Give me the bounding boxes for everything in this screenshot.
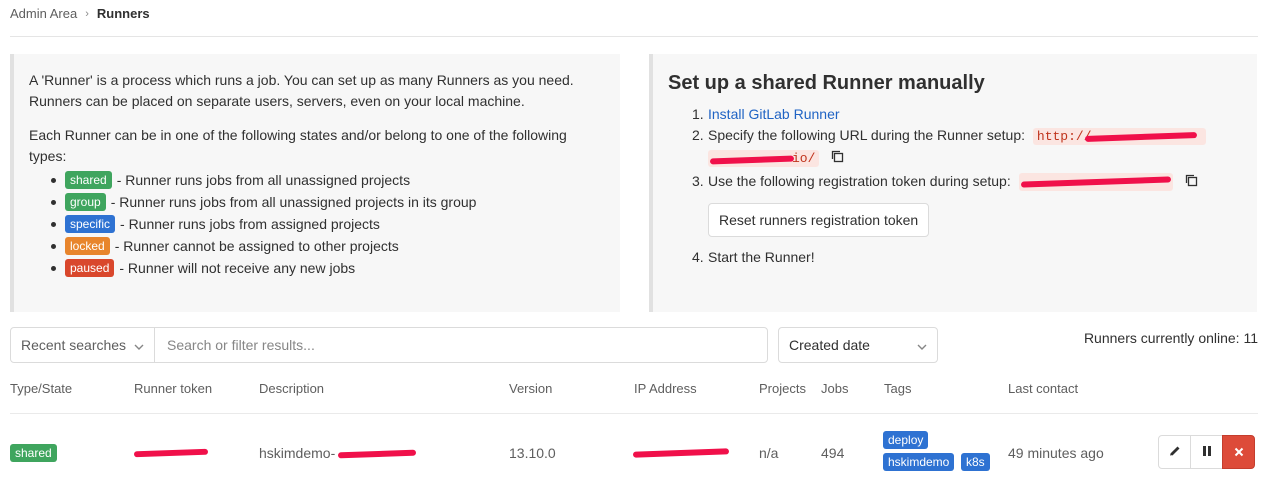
state-item-locked: locked - Runner cannot be assigned to oth…	[51, 235, 604, 257]
setup-steps: 1. Install GitLab Runner 2. Specify the …	[668, 104, 1257, 268]
registration-token-code	[1018, 173, 1173, 192]
state-item-paused: paused - Runner will not receive any new …	[51, 257, 604, 279]
specific-badge: specific	[65, 215, 116, 233]
header-divider	[10, 36, 1258, 37]
close-icon	[1234, 444, 1244, 460]
runner-projects: n/a	[759, 445, 779, 461]
tag-k8s: k8s	[961, 453, 990, 471]
shared-badge: shared	[65, 171, 112, 189]
breadcrumb-admin-area[interactable]: Admin Area	[10, 6, 77, 21]
redaction-mark	[709, 155, 795, 165]
state-description: - Runner runs jobs from assigned project…	[120, 216, 380, 232]
runner-description: A 'Runner' is a process which runs a job…	[29, 72, 574, 109]
runner-url-code-continued: io/	[708, 150, 820, 167]
step-2-text: Specify the following URL during the Run…	[708, 127, 1025, 143]
column-header-description: Description	[259, 381, 325, 396]
runner-info-panel: A 'Runner' is a process which runs a job…	[10, 54, 620, 312]
pause-icon	[1201, 444, 1213, 460]
setup-step-1: 1. Install GitLab Runner	[692, 104, 1257, 125]
step-3-text: Use the following registration token dur…	[708, 173, 1011, 189]
chevron-down-icon	[917, 337, 927, 353]
tag-deploy: deploy	[883, 431, 929, 449]
state-item-specific: specific - Runner runs jobs from assigned…	[51, 213, 604, 235]
column-header-type-state: Type/State	[10, 381, 73, 396]
state-description: - Runner runs jobs from all unassigned p…	[116, 172, 411, 188]
state-description: - Runner runs jobs from all unassigned p…	[110, 194, 477, 210]
runner-states-intro: Each Runner can be in one of the followi…	[29, 127, 567, 164]
search-input[interactable]	[155, 328, 767, 362]
runner-token-redacted[interactable]	[133, 448, 209, 458]
locked-badge: locked	[65, 237, 110, 255]
tag-hskimdemo: hskimdemo	[883, 453, 955, 471]
pause-runner-button[interactable]	[1190, 435, 1223, 469]
recent-searches-label: Recent searches	[21, 337, 127, 353]
step-3-content: Use the following registration token dur…	[708, 171, 1198, 193]
redaction-mark	[1020, 176, 1171, 188]
edit-runner-button[interactable]	[1158, 435, 1191, 469]
group-badge: group	[65, 193, 106, 211]
pencil-icon	[1169, 444, 1181, 460]
runner-type-badge: shared	[10, 444, 57, 462]
runner-url-end: io/	[792, 151, 816, 166]
chevron-down-icon	[134, 337, 144, 353]
filtered-search-bar: Recent searches	[10, 327, 768, 363]
step-number: 4.	[692, 248, 704, 265]
column-header-jobs: Jobs	[821, 381, 849, 396]
remove-runner-button[interactable]	[1222, 435, 1255, 469]
state-description: - Runner cannot be assigned to other pro…	[114, 238, 399, 254]
state-item-shared: shared - Runner runs jobs from all unassi…	[51, 169, 604, 191]
column-header-ip-address: IP Address	[634, 381, 697, 396]
column-header-tags: Tags	[884, 381, 912, 396]
step-4-text: Start the Runner!	[708, 248, 815, 265]
reset-token-row: Reset runners registration token	[692, 193, 1257, 247]
runner-url-start: http://	[1036, 129, 1092, 144]
runner-states-list: shared - Runner runs jobs from all unassi…	[29, 169, 604, 279]
step-2-content: Specify the following URL during the Run…	[708, 125, 1206, 169]
breadcrumb: Admin Area › Runners	[10, 6, 150, 21]
runner-url-code: http://	[1032, 128, 1206, 145]
runners-online-count: Runners currently online: 11	[1083, 330, 1258, 346]
setup-step-4: 4. Start the Runner!	[692, 247, 1257, 268]
sort-dropdown[interactable]: Created date	[778, 327, 938, 363]
ip-address-redacted	[632, 448, 730, 458]
runner-last-contact: 49 minutes ago	[1008, 445, 1104, 461]
runner-jobs: 494	[821, 445, 845, 461]
column-header-version: Version	[509, 381, 553, 396]
shared-runner-setup-panel: Set up a shared Runner manually 1. Insta…	[649, 54, 1257, 312]
reset-registration-token-button[interactable]: Reset runners registration token	[708, 202, 930, 237]
state-item-group: group - Runner runs jobs from all unassig…	[51, 191, 604, 213]
column-header-runner-token: Runner token	[134, 381, 213, 396]
install-gitlab-runner-link[interactable]: Install GitLab Runner	[708, 104, 840, 125]
copy-icon[interactable]	[1185, 172, 1198, 193]
runner-actions	[1158, 435, 1255, 469]
table-divider	[10, 413, 1258, 414]
column-header-last-contact: Last contact	[1008, 381, 1079, 396]
setup-step-2: 2. Specify the following URL during the …	[692, 125, 1257, 169]
paused-badge: paused	[65, 259, 115, 277]
description-text: hskimdemo-	[259, 445, 336, 461]
setup-step-3: 3. Use the following registration token …	[692, 171, 1257, 193]
setup-title: Set up a shared Runner manually	[668, 72, 985, 94]
recent-searches-dropdown[interactable]: Recent searches	[11, 328, 155, 362]
chevron-right-icon: ›	[85, 7, 89, 20]
step-number: 2.	[692, 127, 704, 143]
step-number: 3.	[692, 173, 704, 189]
breadcrumb-runners[interactable]: Runners	[97, 6, 150, 21]
copy-icon[interactable]	[831, 148, 844, 169]
runner-version: 13.10.0	[509, 445, 556, 461]
sort-label: Created date	[789, 337, 870, 353]
column-header-projects: Projects	[759, 381, 806, 396]
step-number: 1.	[692, 106, 704, 122]
state-description: - Runner will not receive any new jobs	[119, 260, 356, 276]
redaction-mark	[1084, 132, 1197, 142]
